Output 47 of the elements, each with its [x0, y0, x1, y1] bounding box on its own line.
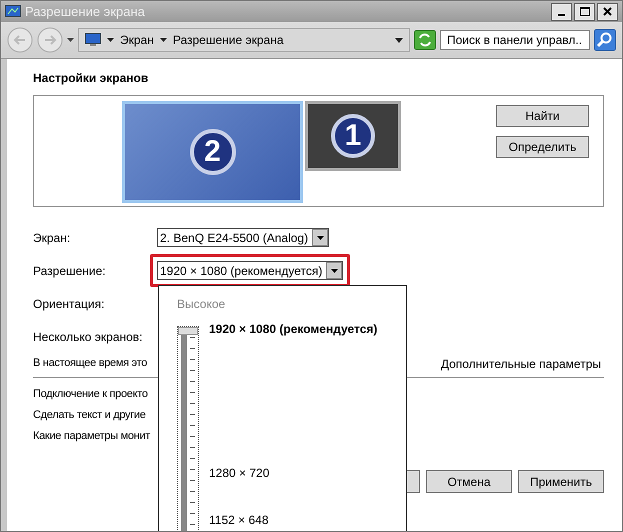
dropdown-value: 1920 × 1080 (рекомендуется) — [160, 264, 322, 278]
help-link[interactable]: Сделать текст и другие — [33, 409, 604, 421]
close-icon — [603, 7, 612, 16]
monitor-display[interactable]: 2 — [122, 101, 303, 203]
monitor-icon — [85, 33, 101, 47]
monitor-display[interactable]: 1 — [305, 101, 401, 171]
help-link[interactable]: Какие параметры монит — [33, 430, 604, 442]
help-link[interactable]: Подключение к проекто — [33, 388, 604, 400]
dropdown-value: 2. BenQ E24-5500 (Analog) — [160, 230, 308, 244]
maximize-button[interactable] — [574, 2, 595, 20]
resolution-option[interactable]: 1920 × 1080 (рекомендуется) — [209, 322, 378, 336]
caret-icon — [330, 268, 338, 272]
window-title: Разрешение экрана — [25, 4, 145, 19]
caret-icon — [160, 38, 167, 42]
field-label: Ориентация: — [33, 296, 106, 310]
panel-button[interactable]: Найти — [496, 105, 589, 127]
monitor-number: 1 — [331, 114, 375, 158]
minimize-icon — [558, 14, 565, 16]
close-button[interactable] — [597, 2, 618, 20]
breadcrumb-item[interactable]: Экран — [120, 33, 154, 47]
caret-icon — [395, 38, 403, 42]
slider-thumb[interactable] — [178, 327, 198, 335]
dialog-button[interactable]: Отмена — [426, 470, 512, 493]
field-label: Разрешение: — [33, 264, 107, 278]
field-label: Несколько экранов: — [33, 330, 144, 344]
breadcrumb-item[interactable]: Разрешение экрана — [172, 33, 284, 47]
monitor-icon — [5, 4, 21, 18]
monitor-number: 2 — [190, 129, 236, 175]
status-text: В настоящее время это — [33, 357, 148, 371]
panel-button[interactable]: Определить — [496, 136, 589, 158]
history-caret-icon[interactable] — [67, 38, 74, 42]
resolution-option[interactable]: 1280 × 720 — [209, 466, 270, 480]
slider-label: Высокое — [177, 297, 226, 311]
dialog-button[interactable]: Применить — [518, 470, 604, 493]
minimize-button[interactable] — [551, 2, 572, 20]
refresh-button[interactable] — [414, 30, 436, 50]
search-field[interactable]: Поиск в панели управл... — [440, 30, 590, 50]
resolution-option[interactable]: 1152 × 648 — [209, 513, 269, 527]
section-heading: Настройки экранов — [33, 71, 150, 87]
advanced-settings-link[interactable]: Дополнительные параметры — [440, 357, 601, 371]
search-icon[interactable] — [594, 29, 616, 51]
field-label: Экран: — [33, 230, 72, 244]
caret-icon — [107, 38, 114, 42]
maximize-icon — [580, 7, 590, 16]
caret-icon — [316, 236, 324, 240]
resolution-slider[interactable] — [177, 326, 199, 531]
address-bar[interactable]: Экран Разрешение экрана — [78, 28, 410, 52]
